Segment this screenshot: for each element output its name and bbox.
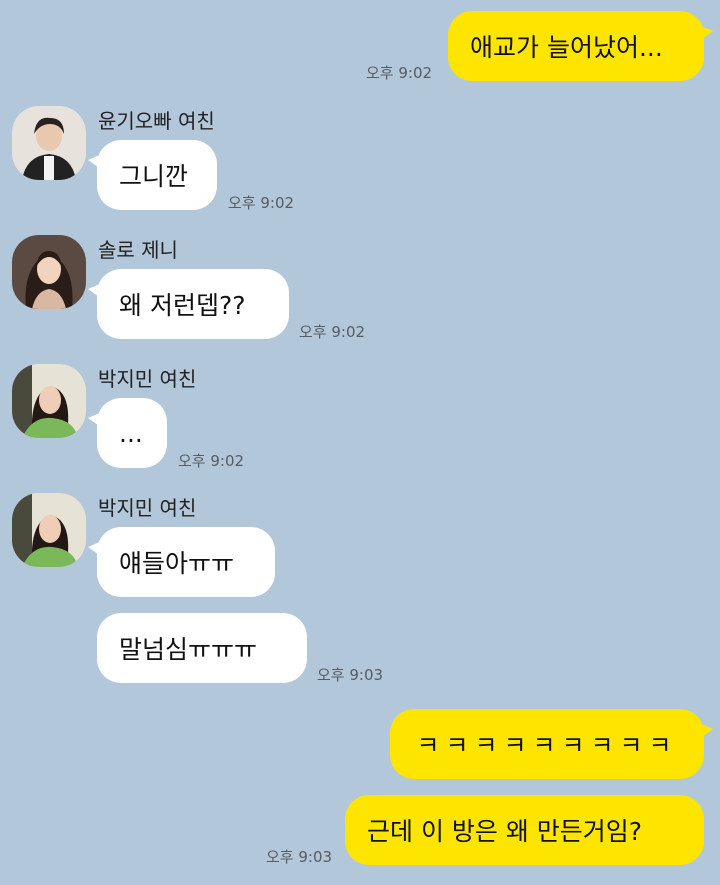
sender-name: 솔로 제니 xyxy=(98,238,178,262)
message-time: 오후 9:02 xyxy=(228,194,295,212)
message-time: 오후 9:02 xyxy=(366,64,433,82)
other-message-bubble[interactable]: 그니깐 xyxy=(88,140,217,210)
sender-name: 박지민 여친 xyxy=(98,496,197,520)
avatar[interactable] xyxy=(12,364,86,438)
other-message-bubble[interactable]: 말넘심ㅠㅠㅠ xyxy=(97,613,307,683)
message-text: ... xyxy=(119,418,143,448)
sender-name: 박지민 여친 xyxy=(98,367,197,391)
message-time: 오후 9:03 xyxy=(317,666,384,684)
message-text: 얘들아ㅠㅠ xyxy=(119,549,235,578)
message-text: 말넘심ㅠㅠㅠ xyxy=(119,635,258,664)
message-time: 오후 9:02 xyxy=(299,323,366,341)
other-message-bubble[interactable]: 얘들아ㅠㅠ xyxy=(88,527,275,597)
message-text: 그니깐 xyxy=(119,162,189,191)
my-message-bubble[interactable]: ㅋㅋㅋㅋㅋㅋㅋㅋㅋ xyxy=(390,709,713,779)
other-message-bubble[interactable]: 왜 저런뎁?? xyxy=(88,269,289,339)
other-message-bubble[interactable]: ... xyxy=(88,398,167,468)
avatar[interactable] xyxy=(12,493,86,567)
message-text: ㅋㅋㅋㅋㅋㅋㅋㅋㅋ xyxy=(416,731,678,760)
my-message-bubble[interactable]: 근데 이 방은 왜 만든거임? xyxy=(345,795,704,865)
avatar[interactable] xyxy=(12,106,86,180)
sender-name: 윤기오빠 여친 xyxy=(98,109,215,133)
message-time: 오후 9:03 xyxy=(266,848,333,866)
message-time: 오후 9:02 xyxy=(178,452,245,470)
message-text: 왜 저런뎁?? xyxy=(119,291,246,320)
message-text: 근데 이 방은 왜 만든거임? xyxy=(367,817,643,846)
avatar[interactable] xyxy=(12,235,86,309)
message-text: 애교가 늘어났어... xyxy=(470,33,663,62)
my-message-bubble[interactable]: 애교가 늘어났어... xyxy=(448,11,713,81)
